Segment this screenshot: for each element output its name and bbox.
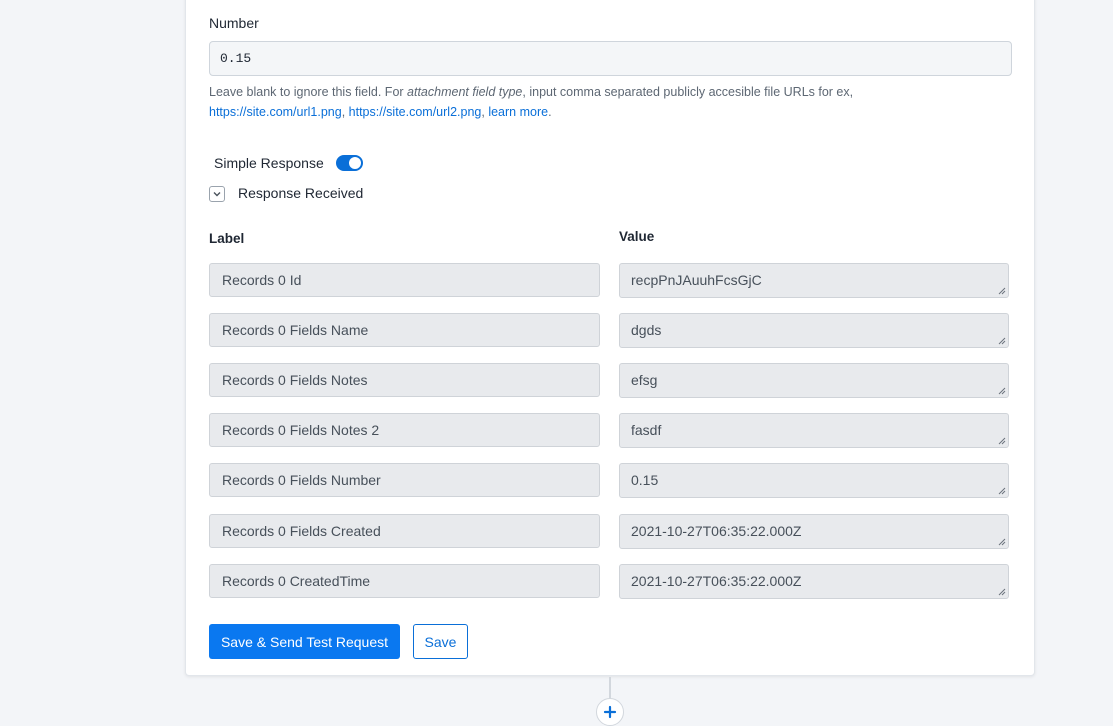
example-url-1-link[interactable]: https://site.com/url1.png — [209, 105, 342, 119]
step-config-card: Number 0.15 Leave blank to ignore this f… — [185, 0, 1035, 676]
number-field-label: Number — [209, 15, 259, 31]
row-value-text: 2021-10-27T06:35:22.000Z — [631, 573, 802, 589]
add-step-button[interactable] — [596, 698, 624, 726]
row-label-field[interactable]: Records 0 Id — [209, 263, 600, 297]
row-value-text: 0.15 — [631, 472, 659, 488]
toggle-knob — [348, 157, 361, 169]
row-value-field[interactable]: efsg — [619, 363, 1009, 398]
resize-grip-icon[interactable] — [997, 336, 1006, 345]
row-label-field[interactable]: Records 0 Fields Name — [209, 313, 600, 347]
save-and-send-test-request-button[interactable]: Save & Send Test Request — [209, 624, 400, 659]
row-value-text: fasdf — [631, 422, 662, 438]
value-column-header: Value — [619, 229, 655, 244]
row-value-field[interactable]: 2021-10-27T06:35:22.000Z — [619, 564, 1009, 599]
learn-more-link[interactable]: learn more — [488, 105, 548, 119]
row-value-text: 2021-10-27T06:35:22.000Z — [631, 523, 802, 539]
simple-response-toggle[interactable] — [335, 155, 363, 171]
resize-grip-icon[interactable] — [997, 486, 1006, 495]
response-received-label: Response Received — [238, 185, 364, 201]
number-field-input[interactable]: 0.15 — [209, 41, 1012, 76]
row-value-text: dgds — [631, 322, 662, 338]
resize-grip-icon[interactable] — [997, 386, 1006, 395]
help-text-mid: , input comma separated publicly accesib… — [522, 85, 854, 99]
simple-response-row: Simple Response — [214, 155, 363, 171]
example-url-2-link[interactable]: https://site.com/url2.png — [349, 105, 482, 119]
row-value-field[interactable]: dgds — [619, 313, 1009, 348]
plus-icon — [603, 705, 617, 719]
row-value-text: recpPnJAuuhFcsGjC — [631, 272, 762, 288]
row-value-text: efsg — [631, 372, 658, 388]
resize-grip-icon[interactable] — [997, 537, 1006, 546]
row-label-field[interactable]: Records 0 Fields Notes — [209, 363, 600, 397]
flow-connector-line — [609, 677, 611, 699]
response-received-row[interactable]: Response Received — [209, 184, 363, 202]
row-label-field[interactable]: Records 0 Fields Notes 2 — [209, 413, 600, 447]
row-value-field[interactable]: recpPnJAuuhFcsGjC — [619, 263, 1009, 298]
row-value-field[interactable]: fasdf — [619, 413, 1009, 448]
row-label-field[interactable]: Records 0 CreatedTime — [209, 564, 600, 598]
resize-grip-icon[interactable] — [997, 286, 1006, 295]
row-value-field[interactable]: 2021-10-27T06:35:22.000Z — [619, 514, 1009, 549]
help-sep: , — [341, 105, 349, 119]
save-button[interactable]: Save — [413, 624, 468, 659]
help-text-prefix: Leave blank to ignore this field. For — [209, 85, 408, 99]
resize-grip-icon[interactable] — [997, 587, 1006, 596]
help-text-emphasis: attachment field type — [407, 85, 523, 99]
resize-grip-icon[interactable] — [997, 436, 1006, 445]
row-label-field[interactable]: Records 0 Fields Number — [209, 463, 600, 497]
row-value-field[interactable]: 0.15 — [619, 463, 1009, 498]
help-end: . — [548, 105, 552, 119]
row-label-field[interactable]: Records 0 Fields Created — [209, 514, 600, 548]
field-help-text: Leave blank to ignore this field. For at… — [209, 82, 1019, 122]
label-column-header: Label — [209, 231, 245, 246]
chevron-down-icon[interactable] — [209, 186, 225, 202]
simple-response-label: Simple Response — [214, 155, 324, 171]
